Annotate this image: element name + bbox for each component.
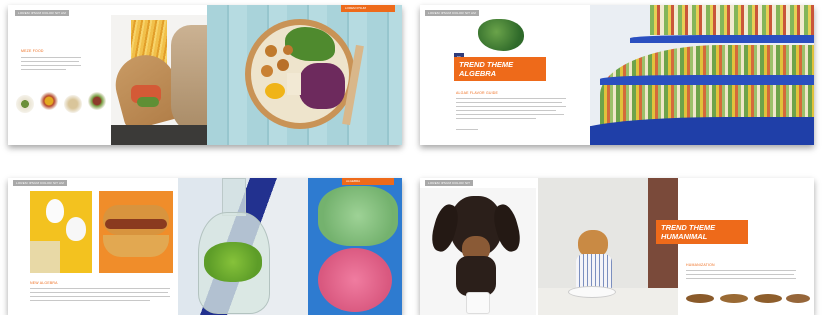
- text-line: [456, 110, 556, 112]
- text-line: [30, 292, 168, 294]
- text-line: [456, 102, 562, 104]
- corner-tag: LOREM IPSUM: [341, 5, 395, 12]
- text-line: [456, 106, 566, 108]
- text-line: [686, 278, 796, 280]
- text-line: [30, 300, 150, 302]
- slide-algebra[interactable]: LOREM IPSUM DOLOR SIT AM DE TREND THEME …: [420, 5, 814, 145]
- slide-top-tag: LOREM IPSUM DOLOR SIT AM: [15, 10, 69, 16]
- algae-image: [478, 19, 524, 51]
- text-line: [30, 288, 170, 290]
- food-bowl-image: [64, 95, 82, 113]
- cat-image: [538, 178, 678, 315]
- trend-theme-banner: TREND THEME ALGEBRA: [454, 57, 546, 81]
- food-bowl-image: [16, 95, 34, 113]
- slide-top-tag: LOREM IPSUM DOLOR SIT AM: [13, 180, 67, 186]
- section-title: ALGAE FLAVOR GUIDE: [456, 91, 499, 95]
- text-line: [21, 69, 66, 71]
- text-line: [30, 296, 170, 298]
- text-line: [21, 57, 81, 59]
- hotdog-bun-image: [99, 191, 173, 273]
- section-title: HUMANIZATION: [686, 263, 715, 267]
- macaron-image: [308, 178, 402, 315]
- text-line: [686, 274, 794, 276]
- food-bowl-image: [88, 92, 106, 110]
- text-line: [456, 98, 566, 100]
- text-line: [456, 114, 564, 116]
- banner-line-1: TREND THEME: [661, 223, 716, 232]
- text-line: [456, 129, 478, 131]
- kibble-pile-image: [686, 294, 714, 303]
- slide-meze-food[interactable]: LOREM IPSUM DOLOR SIT AM MEZE FOOD LOREM…: [8, 5, 402, 145]
- slide-top-tag: LOREM IPSUM DOLOR SIT: [425, 180, 474, 186]
- slide-top-tag: LOREM IPSUM DOLOR SIT AM: [425, 10, 479, 16]
- text-line: [21, 61, 79, 63]
- jar-shelves-image: [590, 5, 814, 145]
- meringue-image: [30, 191, 92, 273]
- slide-humanimal[interactable]: LOREM IPSUM DOLOR SIT TREND THEME HUMANI…: [420, 178, 814, 315]
- kibble-pile-image: [754, 294, 782, 303]
- slide-new-algebra[interactable]: LOREM IPSUM DOLOR SIT AM NEW ALGEBRA ALG…: [8, 178, 402, 315]
- banner-line-1: TREND THEME: [459, 60, 514, 69]
- text-line: [21, 65, 81, 67]
- trend-theme-banner: TREND THEME HUMANIMAL: [656, 220, 748, 244]
- banner-line-2: HUMANIMAL: [661, 232, 708, 241]
- section-title: MEZE FOOD: [21, 49, 44, 53]
- kibble-pile-image: [786, 294, 810, 303]
- corner-tag: ALGEBRA: [342, 178, 394, 185]
- text-line: [456, 118, 536, 120]
- buddha-bowl-image: [207, 5, 402, 145]
- dog-image: [420, 188, 536, 315]
- flask-image: [178, 178, 308, 315]
- text-line: [686, 270, 796, 272]
- banner-line-2: ALGEBRA: [459, 69, 497, 78]
- kibble-pile-image: [720, 294, 748, 303]
- food-bowl-image: [40, 92, 58, 110]
- section-title: NEW ALGEBRA: [30, 281, 58, 285]
- gyros-image: [111, 15, 207, 145]
